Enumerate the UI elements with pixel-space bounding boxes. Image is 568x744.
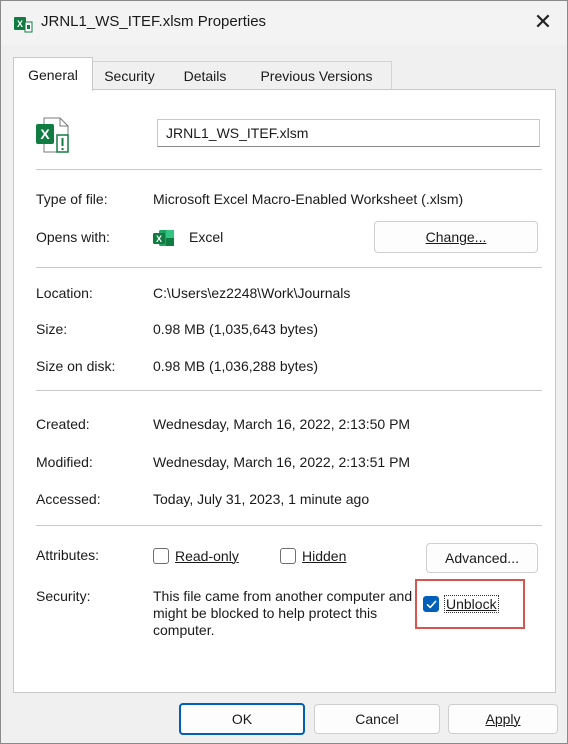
opens-with-label: Opens with: — [36, 229, 110, 245]
modified-value: Wednesday, March 16, 2022, 2:13:51 PM — [153, 454, 411, 470]
title-bar: X JRNL1_WS_ITEF.xlsm Properties ✕ — [1, 1, 567, 45]
type-of-file-label: Type of file: — [36, 191, 108, 207]
change-button[interactable]: Change... — [374, 221, 538, 253]
svg-text:X: X — [17, 19, 23, 29]
apply-button-label: Apply — [485, 711, 521, 727]
read-only-checkbox-box[interactable] — [153, 548, 169, 564]
properties-dialog: X JRNL1_WS_ITEF.xlsm Properties ✕ Genera… — [0, 0, 568, 744]
attributes-label: Attributes: — [36, 547, 100, 563]
svg-text:X: X — [156, 234, 162, 244]
checkmark-icon — [426, 600, 437, 609]
size-value: 0.98 MB (1,035,643 bytes) — [153, 321, 318, 337]
change-button-label: Change... — [425, 229, 487, 245]
opens-with-value: Excel — [189, 229, 224, 245]
size-on-disk-value: 0.98 MB (1,036,288 bytes) — [153, 358, 318, 374]
general-panel: X JRNL1_WS_ITEF.xlsm Type of file: Micro… — [13, 89, 556, 693]
created-value: Wednesday, March 16, 2022, 2:13:50 PM — [153, 416, 411, 432]
created-label: Created: — [36, 416, 90, 432]
advanced-button[interactable]: Advanced... — [426, 543, 538, 573]
tab-details[interactable]: Details — [168, 61, 243, 90]
divider — [36, 390, 542, 391]
excel-file-icon: X — [13, 15, 33, 33]
file-name-input[interactable]: JRNL1_WS_ITEF.xlsm — [157, 119, 540, 147]
read-only-label: Read-only — [175, 548, 239, 564]
tab-previous-versions-label: Previous Versions — [260, 68, 373, 84]
hidden-checkbox-box[interactable] — [280, 548, 296, 564]
cancel-button-label: Cancel — [355, 711, 399, 727]
security-label: Security: — [36, 588, 91, 604]
accessed-label: Accessed: — [36, 491, 101, 507]
hidden-checkbox[interactable]: Hidden — [280, 547, 370, 567]
modified-label: Modified: — [36, 454, 93, 470]
tab-security[interactable]: Security — [91, 61, 169, 90]
file-name-value: JRNL1_WS_ITEF.xlsm — [166, 125, 309, 141]
window-title: JRNL1_WS_ITEF.xlsm Properties — [41, 13, 267, 30]
tab-previous-versions[interactable]: Previous Versions — [242, 61, 392, 90]
security-message: This file came from another computer and… — [153, 588, 413, 638]
excel-icon: X — [153, 229, 175, 247]
close-button[interactable]: ✕ — [525, 7, 561, 39]
svg-text:X: X — [40, 126, 50, 142]
tab-general-label: General — [28, 67, 78, 83]
location-value: C:\Users\ez2248\Work\Journals — [153, 285, 351, 301]
type-of-file-value: Microsoft Excel Macro-Enabled Worksheet … — [153, 191, 464, 207]
excel-macro-file-icon: X — [34, 115, 74, 155]
size-on-disk-label: Size on disk: — [36, 358, 116, 374]
divider — [36, 525, 542, 526]
tab-security-label: Security — [104, 68, 155, 84]
unblock-checkbox-box[interactable] — [423, 596, 439, 612]
divider — [36, 267, 542, 268]
apply-button[interactable]: Apply — [448, 704, 558, 734]
ok-button-label: OK — [231, 711, 253, 727]
unblock-checkbox[interactable]: Unblock — [423, 595, 521, 615]
tab-details-label: Details — [183, 68, 227, 84]
read-only-checkbox[interactable]: Read-only — [153, 547, 273, 567]
advanced-button-label: Advanced... — [445, 550, 519, 566]
divider — [36, 169, 542, 170]
hidden-label: Hidden — [302, 548, 347, 564]
size-label: Size: — [36, 321, 68, 337]
cancel-button[interactable]: Cancel — [314, 704, 440, 734]
location-label: Location: — [36, 285, 93, 301]
close-icon: ✕ — [533, 9, 553, 34]
unblock-label: Unblock — [444, 595, 499, 613]
ok-button[interactable]: OK — [179, 703, 305, 735]
tab-general[interactable]: General — [13, 57, 93, 91]
accessed-value: Today, July 31, 2023, 1 minute ago — [153, 491, 370, 507]
